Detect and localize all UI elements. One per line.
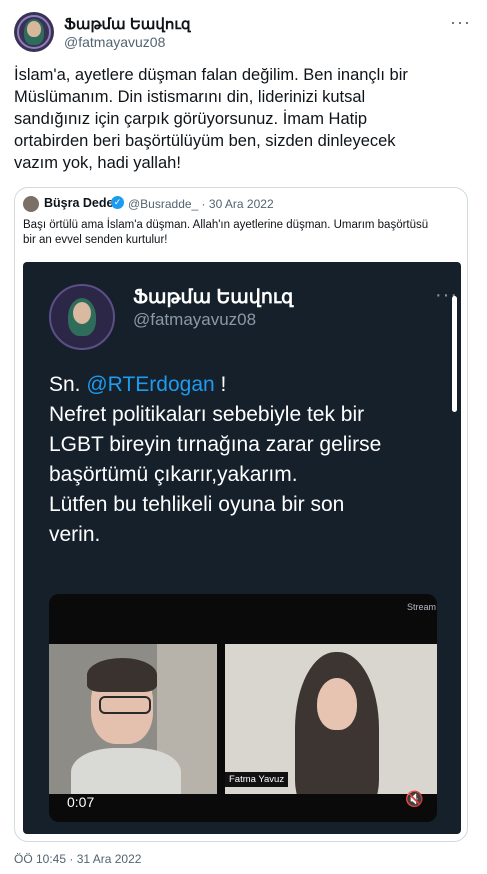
- author-avatar[interactable]: [14, 12, 54, 52]
- stream-watermark: Stream: [407, 602, 437, 612]
- media-tweet-text: Sn. @RTErdogan ! Nefret politikaları seb…: [49, 370, 451, 550]
- author-name[interactable]: Ֆաթմա Եավուզ: [64, 15, 190, 33]
- video-time: 0:07: [67, 794, 95, 810]
- quoted-media-image[interactable]: Ֆաթմա Եավուզ @fatmayavuz08 ··· Sn. @RTEr…: [23, 262, 461, 834]
- media-scrollbar: [452, 296, 457, 412]
- mention-link: @RTErdogan: [86, 373, 215, 396]
- quoted-author-meta: @Busradde_ · 30 Ara 2022: [128, 197, 274, 211]
- quoted-tweet[interactable]: Büşra Dede ✓ @Busradde_ · 30 Ara 2022 Ba…: [14, 187, 468, 842]
- video-participant-left: [49, 644, 217, 794]
- glasses-icon: [99, 696, 151, 714]
- media-author-name: Ֆաթմա Եավուզ: [133, 287, 294, 308]
- more-options-icon[interactable]: ···: [450, 12, 471, 33]
- participant-hair: [87, 658, 157, 692]
- participant-shirt: [71, 748, 181, 794]
- media-author-avatar: [49, 284, 115, 350]
- media-text-prefix: Sn.: [49, 373, 87, 396]
- media-text-body: ! Nefret politikaları sebebiyle tek bir …: [49, 373, 382, 546]
- participant-face: [317, 678, 357, 730]
- author-handle[interactable]: @fatmayavuz08: [64, 34, 165, 50]
- quoted-author-name: Büşra Dede: [44, 196, 114, 210]
- mute-icon[interactable]: 🔇: [405, 790, 424, 808]
- tweet-timestamp[interactable]: ÖÖ 10:45 · 31 Ara 2022: [14, 852, 141, 866]
- avatar-ring: [17, 15, 51, 49]
- media-avatar-face: [73, 302, 91, 324]
- verified-icon: ✓: [111, 196, 124, 209]
- quoted-tweet-text: Başı örtülü ama İslam'a düşman. Allah'ın…: [23, 219, 429, 246]
- video-player[interactable]: Fatma Yavuz Stream 0:07 🔇: [49, 594, 437, 822]
- speaker-name-label: Fatma Yavuz: [225, 772, 289, 787]
- tweet-text: İslam'a, ayetlere düşman falan değilim. …: [14, 66, 408, 172]
- video-participant-right: Fatma Yavuz: [225, 644, 437, 794]
- quoted-author-avatar: [23, 196, 39, 212]
- media-author-handle: @fatmayavuz08: [133, 310, 257, 329]
